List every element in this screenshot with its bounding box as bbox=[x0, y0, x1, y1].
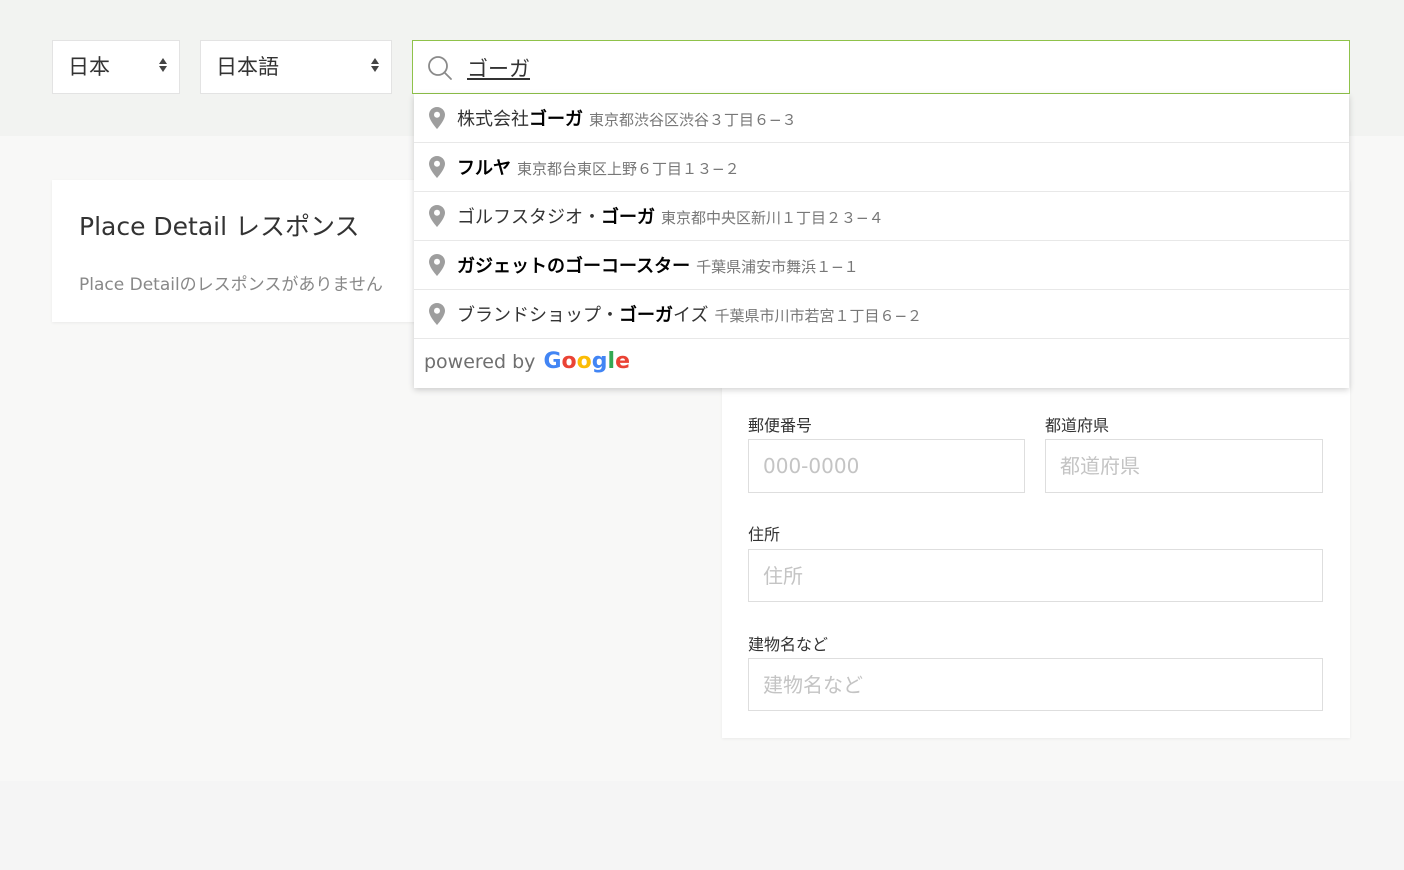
powered-by-text: powered by bbox=[424, 351, 536, 373]
map-pin-icon bbox=[429, 205, 445, 227]
building-field[interactable] bbox=[748, 658, 1323, 711]
google-logo: Google bbox=[543, 349, 630, 374]
search-input[interactable] bbox=[467, 49, 1327, 87]
select-arrows-icon bbox=[371, 58, 379, 72]
suggestion-name: ブランドショップ・ゴーガイズ 千葉県市川市若宮１丁目６−２ bbox=[457, 305, 923, 326]
suggestion-item[interactable]: フルヤ 東京都台東区上野６丁目１３−２ bbox=[414, 143, 1349, 192]
map-pin-icon bbox=[429, 156, 445, 178]
country-select-value: 日本 bbox=[68, 55, 110, 79]
suggestion-name: ゴルフスタジオ・ゴーガ 東京都中央区新川１丁目２３−４ bbox=[457, 207, 884, 228]
suggestion-address: 東京都渋谷区渋谷３丁目６−３ bbox=[589, 111, 797, 129]
autocomplete-dropdown: 株式会社ゴーガ 東京都渋谷区渋谷３丁目６−３ フルヤ 東京都台東区上野６丁目１３−２… bbox=[414, 94, 1349, 388]
prefecture-field[interactable] bbox=[1045, 439, 1323, 493]
postal-code-label: 郵便番号 bbox=[748, 416, 813, 435]
postal-code-field[interactable] bbox=[748, 439, 1025, 493]
select-arrows-icon bbox=[159, 58, 167, 72]
map-pin-icon bbox=[429, 303, 445, 325]
address-label: 住所 bbox=[748, 525, 781, 544]
prefecture-label: 都道府県 bbox=[1045, 416, 1110, 435]
suggestion-address: 千葉県浦安市舞浜１−１ bbox=[696, 258, 859, 276]
suggestion-item[interactable]: 株式会社ゴーガ 東京都渋谷区渋谷３丁目６−３ bbox=[414, 94, 1349, 143]
suggestion-name: フルヤ 東京都台東区上野６丁目１３−２ bbox=[457, 158, 740, 179]
place-detail-title: Place Detail レスポンス bbox=[79, 212, 360, 241]
suggestion-name: 株式会社ゴーガ 東京都渋谷区渋谷３丁目６−３ bbox=[457, 109, 797, 130]
suggestion-item[interactable]: ゴルフスタジオ・ゴーガ 東京都中央区新川１丁目２３−４ bbox=[414, 192, 1349, 241]
suggestion-item[interactable]: ガジェットのゴーコースター 千葉県浦安市舞浜１−１ bbox=[414, 241, 1349, 290]
map-pin-icon bbox=[429, 107, 445, 129]
place-detail-card: Place Detail レスポンス Place Detailのレスポンスがあり… bbox=[52, 180, 432, 322]
building-label: 建物名など bbox=[748, 635, 829, 654]
place-detail-message: Place Detailのレスポンスがありません bbox=[79, 275, 383, 295]
language-select[interactable]: 日本語 bbox=[200, 40, 392, 94]
suggestion-address: 千葉県市川市若宮１丁目６−２ bbox=[714, 307, 923, 325]
powered-by-google: powered by Google bbox=[424, 349, 630, 374]
language-select-value: 日本語 bbox=[216, 55, 279, 79]
country-select[interactable]: 日本 bbox=[52, 40, 180, 94]
suggestion-address: 東京都中央区新川１丁目２３−４ bbox=[661, 209, 884, 227]
address-field[interactable] bbox=[748, 549, 1323, 602]
bottom-band bbox=[0, 781, 1404, 870]
suggestion-item[interactable]: ブランドショップ・ゴーガイズ 千葉県市川市若宮１丁目６−２ bbox=[414, 290, 1349, 339]
map-pin-icon bbox=[429, 254, 445, 276]
suggestion-name: ガジェットのゴーコースター 千葉県浦安市舞浜１−１ bbox=[457, 256, 859, 277]
suggestion-address: 東京都台東区上野６丁目１３−２ bbox=[517, 160, 740, 178]
search-icon bbox=[428, 56, 452, 80]
place-search-box[interactable] bbox=[412, 40, 1350, 94]
